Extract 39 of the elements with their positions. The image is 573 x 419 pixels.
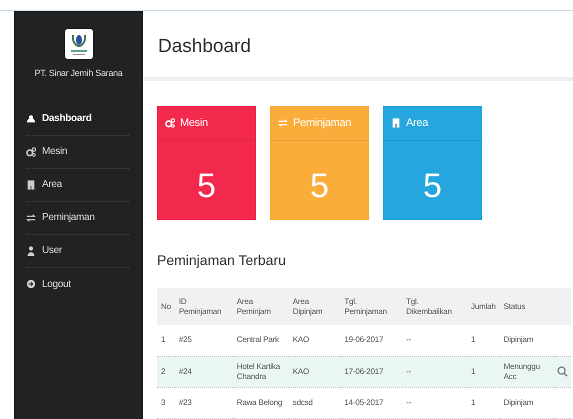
table-cell: Rawa Belong	[232, 387, 289, 418]
section-title: Peminjaman Terbaru	[157, 251, 287, 270]
table-cell: --	[402, 356, 468, 387]
card-value: 5	[196, 166, 217, 207]
table-cell: #24	[174, 356, 233, 387]
table-cell: sdcsd	[288, 387, 340, 418]
card-value: 5	[309, 166, 330, 207]
column-header: Area Peminjam	[232, 288, 289, 325]
page-title: Dashboard	[143, 11, 573, 81]
sidebar-item[interactable]: Peminjaman	[26, 202, 129, 234]
column-header: Jumlah	[467, 288, 500, 325]
sidebar-item[interactable]: Dashboard	[26, 102, 129, 136]
sidebar-item[interactable]: User	[26, 234, 129, 268]
sidebar-item[interactable]: Mesin	[26, 136, 129, 168]
table-cell: 14-05-2017	[340, 387, 402, 418]
card-label: Mesin	[180, 116, 208, 131]
table-cell: --	[402, 387, 468, 418]
card-label: Peminjaman	[293, 116, 352, 131]
table-cell: Menunggu Acc	[500, 356, 555, 387]
column-header: Tgl. Dikembalikan	[402, 288, 468, 325]
table-cell: #23	[174, 387, 233, 418]
table-cell: KAO	[288, 356, 340, 387]
table-cell: Dipinjam	[500, 387, 555, 418]
card-label: Area	[406, 116, 428, 131]
column-header: Status	[500, 288, 555, 325]
column-header: Tgl. Peminjaman	[340, 288, 402, 325]
table-cell: 2	[157, 356, 175, 387]
table-cell: 1	[467, 356, 500, 387]
table-cell: 1	[467, 387, 500, 418]
column-header: ID Peminjaman	[174, 288, 233, 325]
card-value: 5	[422, 166, 443, 207]
table-cell: 3	[157, 387, 175, 418]
column-header: Area Dipinjam	[288, 288, 340, 325]
column-header: No	[157, 288, 175, 325]
company-name: PT. Sinar Jemih Sarana	[34, 67, 124, 80]
sidebar-item[interactable]: Logout	[26, 268, 129, 300]
sidebar-item[interactable]: Area	[26, 168, 129, 202]
table-cell: 17-06-2017	[340, 356, 402, 387]
table-cell: Hotel Kartika Chandra	[232, 356, 289, 387]
